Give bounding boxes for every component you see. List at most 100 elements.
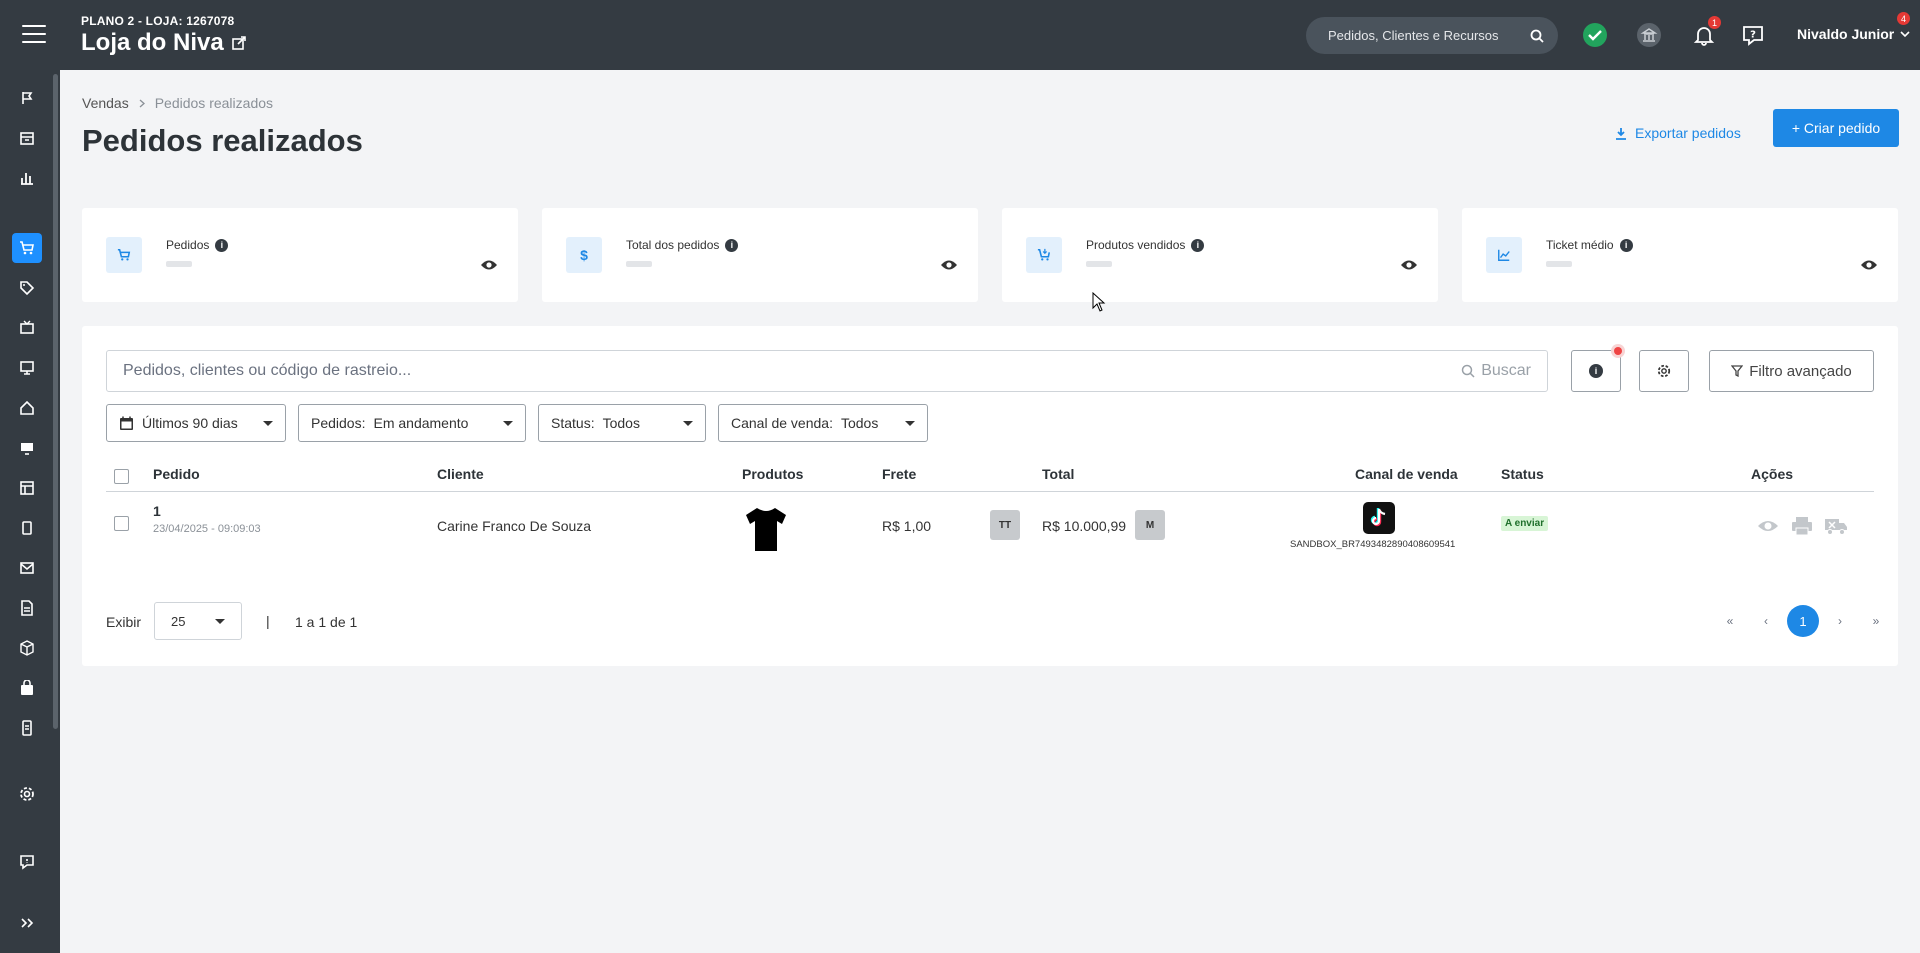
page-size-label: Exibir [106,614,142,630]
advanced-filter-button[interactable]: Filtro avançado [1709,350,1874,392]
info-icon[interactable]: i [215,238,229,252]
calendar-icon [120,416,133,430]
stat-label-text: Total dos pedidos [626,238,720,252]
orders-filter-value: Em andamento [373,415,469,431]
sidebar-expand-icon[interactable] [12,908,42,938]
select-all-checkbox[interactable] [114,469,129,484]
sidebar-scrollbar[interactable] [53,74,58,729]
orders-filter[interactable]: Pedidos: Em andamento [298,404,526,442]
notification-badge: 1 [1708,16,1721,29]
column-header-total[interactable]: Total [1042,466,1074,482]
status-filter-label: Status: [551,415,595,431]
alert-dot [1614,347,1622,355]
sidebar-monitor-icon[interactable] [12,353,42,383]
eye-icon[interactable] [940,258,958,272]
sidebar-mail-icon[interactable] [12,553,42,583]
dollar-icon: $ [566,237,602,273]
tshirt-icon [746,508,786,551]
info-button[interactable]: i [1571,347,1622,392]
sidebar-display-icon[interactable] [12,433,42,463]
total-tag[interactable]: M [1135,510,1165,540]
column-header-pedido[interactable]: Pedido [153,466,200,482]
first-page-button[interactable]: « [1717,608,1743,634]
cart-icon [106,237,142,273]
freight-tag[interactable]: TT [990,510,1020,540]
sidebar-box-icon[interactable] [12,633,42,663]
client-name[interactable]: Carine Franco De Souza [437,518,591,534]
print-icon[interactable] [1790,516,1814,536]
stat-label: Total dos pedidos i [626,238,739,252]
export-orders-label: Exportar pedidos [1635,125,1741,141]
sidebar-bag-icon[interactable] [12,673,42,703]
sidebar-tag-icon[interactable] [12,273,42,303]
hidden-value [1546,261,1572,267]
view-icon[interactable] [1756,516,1780,536]
search-button[interactable]: Buscar [1461,362,1531,380]
product-thumbnail[interactable] [742,506,790,555]
eye-icon[interactable] [1400,258,1418,272]
sidebar-chart-icon[interactable] [12,163,42,193]
sidebar-cart-icon[interactable] [12,233,42,263]
period-filter[interactable]: Últimos 90 dias [106,404,286,442]
table-row[interactable]: 1 23/04/2025 - 09:09:03 Carine Franco De… [106,498,1874,568]
store-name[interactable]: Loja do Niva [81,29,246,57]
sidebar-feedback-icon[interactable] [12,847,42,877]
create-order-button[interactable]: + Criar pedido [1773,109,1899,147]
eye-icon[interactable] [480,258,498,272]
verified-icon[interactable] [1582,22,1608,48]
eye-icon[interactable] [1860,258,1878,272]
sidebar-tablet-icon[interactable] [12,513,42,543]
bell-icon[interactable]: 1 [1691,16,1721,48]
sidebar-flag-icon[interactable] [12,83,42,113]
period-value: Últimos 90 dias [142,415,238,431]
prev-page-button[interactable]: ‹ [1753,608,1779,634]
search-icon[interactable] [1530,29,1544,43]
info-icon[interactable]: i [1619,238,1633,252]
column-header-frete[interactable]: Frete [882,466,916,482]
order-number[interactable]: 1 [153,503,261,519]
sidebar-settings-icon[interactable] [12,779,42,809]
column-header-cliente[interactable]: Cliente [437,466,484,482]
stat-label-text: Ticket médio [1546,238,1614,252]
help-icon[interactable]: ? [1740,22,1766,48]
menu-icon[interactable] [22,25,46,45]
page-1-button[interactable]: 1 [1787,605,1819,637]
main-content: Vendas Pedidos realizados Pedidos realiz… [60,70,1920,953]
freight-value: R$ 1,00 [882,518,932,534]
global-search[interactable]: Pedidos, Clientes e Recursos [1306,17,1558,54]
breadcrumb-vendas[interactable]: Vendas [82,95,129,111]
settings-button[interactable] [1639,350,1689,392]
column-header-canal[interactable]: Canal de venda [1355,466,1458,482]
sidebar-home-icon[interactable] [12,393,42,423]
stat-label: Pedidos i [166,238,229,252]
column-header-produtos[interactable]: Produtos [742,466,803,482]
status-filter[interactable]: Status: Todos [538,404,706,442]
orders-filter-label: Pedidos: [311,415,366,431]
sidebar-receipt-icon[interactable] [12,713,42,743]
sidebar-layout-icon[interactable] [12,473,42,503]
mouse-cursor-icon [1092,292,1106,312]
info-icon[interactable]: i [725,238,739,252]
bank-icon[interactable] [1636,22,1662,48]
caret-down-icon [263,420,273,426]
channel-filter[interactable]: Canal de venda: Todos [718,404,928,442]
info-icon[interactable]: i [1191,238,1205,252]
export-orders-button[interactable]: Exportar pedidos [1615,117,1741,149]
page-size-select[interactable]: 25 [154,602,242,640]
shipping-truck-icon[interactable] [1824,516,1848,536]
external-link-icon[interactable] [231,36,246,50]
last-page-button[interactable]: » [1863,608,1889,634]
sidebar-store-icon[interactable] [12,123,42,153]
sidebar-tv-icon[interactable] [12,313,42,343]
row-checkbox[interactable] [114,516,129,531]
order-cell[interactable]: 1 23/04/2025 - 09:09:03 [153,503,261,535]
stat-label-text: Produtos vendidos [1086,238,1186,252]
sidebar [0,70,60,953]
sidebar-document-icon[interactable] [12,593,42,623]
svg-text:?: ? [1750,30,1756,41]
stat-card-total: $ Total dos pedidos i [542,208,978,302]
column-header-status[interactable]: Status [1501,466,1544,482]
orders-search-input[interactable]: Pedidos, clientes ou código de rastreio.… [106,350,1548,392]
user-menu[interactable]: Nivaldo Junior [1797,26,1910,42]
next-page-button[interactable]: › [1827,608,1853,634]
